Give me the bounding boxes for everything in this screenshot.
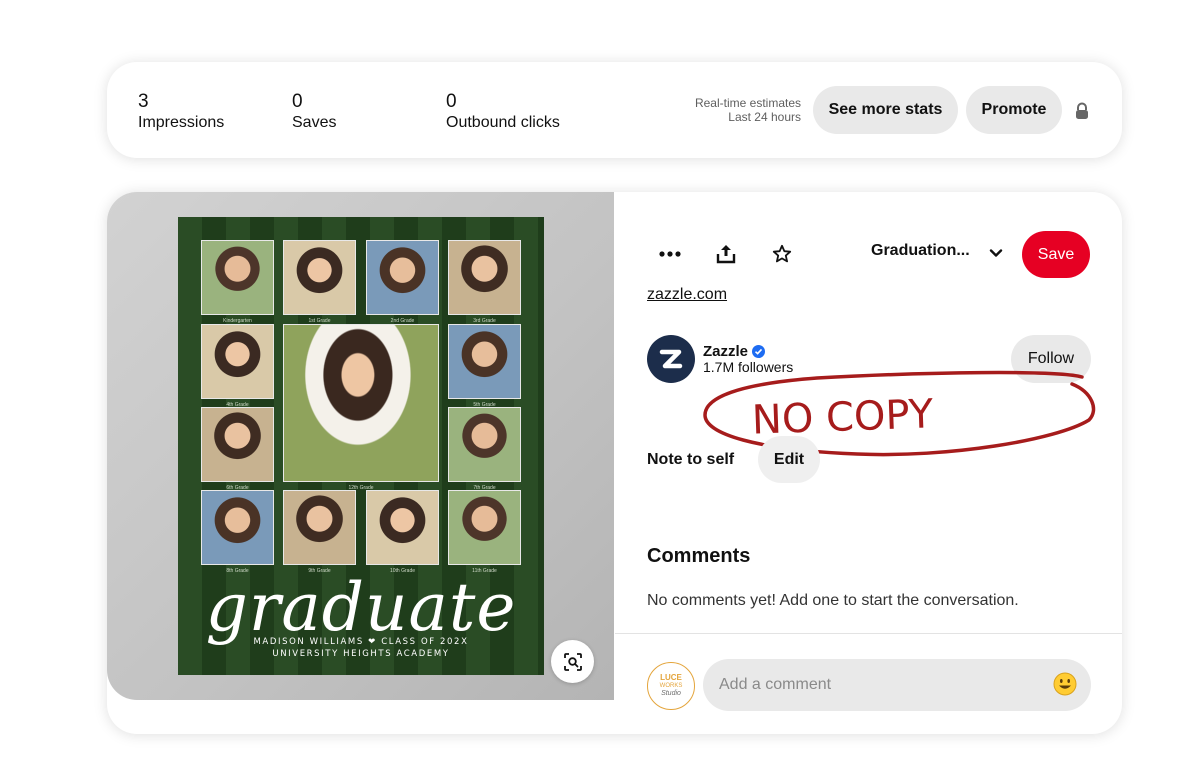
board-select[interactable]: Graduation... [871, 242, 970, 260]
estimates-line2: Last 24 hours [728, 110, 801, 124]
author-name-text: Zazzle [703, 343, 749, 360]
poster-photo: 9th Grade [283, 490, 356, 574]
note-to-self-label: Note to self [647, 451, 735, 468]
author-avatar[interactable] [647, 335, 695, 383]
see-more-stats-button[interactable]: See more stats [813, 86, 958, 134]
stats-card: 3 Impressions 0 Saves 0 Outbound clicks … [107, 62, 1122, 158]
comment-input[interactable] [703, 659, 1091, 711]
poster-photo: 8th Grade [201, 490, 274, 574]
estimates-note: Real-time estimates Last 24 hours [695, 96, 801, 124]
no-comments-message: No comments yet! Add one to start the co… [647, 592, 1019, 609]
poster-photo: 3rd Grade [448, 240, 521, 324]
poster-photo: 1st Grade [283, 240, 356, 324]
poster-photo: 7th Grade [448, 407, 521, 491]
more-icon [659, 251, 681, 257]
poster-name-line: MADISON WILLIAMS ❤ CLASS OF 202X [253, 637, 469, 647]
saves-value: 0 [292, 91, 303, 112]
verified-icon [752, 345, 766, 358]
pin-image[interactable]: Kindergarten 1st Grade 2nd Grade 3rd Gra… [107, 192, 614, 700]
visual-search-button[interactable] [551, 640, 594, 683]
chevron-down-icon[interactable] [987, 244, 1005, 262]
divider [615, 633, 1122, 634]
promote-button[interactable]: Promote [966, 86, 1062, 134]
outbound-clicks-value: 0 [446, 91, 457, 112]
poster-photo: Kindergarten [201, 240, 274, 324]
poster-school-line: UNIVERSITY HEIGHTS ACADEMY [272, 649, 450, 659]
source-link[interactable]: zazzle.com [647, 286, 727, 304]
poster-photo: 6th Grade [201, 407, 274, 491]
zazzle-logo-icon [659, 349, 683, 369]
lock-icon[interactable] [1074, 102, 1090, 120]
share-icon [716, 245, 736, 264]
more-options-button[interactable] [654, 238, 686, 270]
poster-script-title: graduate [205, 569, 517, 646]
impressions-label: Impressions [138, 114, 225, 131]
visual-search-icon [563, 652, 582, 671]
estimates-line1: Real-time estimates [694, 96, 801, 110]
favorite-button[interactable] [766, 238, 798, 270]
graduation-poster: Kindergarten 1st Grade 2nd Grade 3rd Gra… [178, 217, 544, 675]
poster-photo: 2nd Grade [366, 240, 439, 324]
saves-label: Saves [292, 114, 337, 131]
no-copy-watermark: NO COPY [703, 370, 1096, 457]
author-name[interactable]: Zazzle [703, 343, 766, 360]
user-avatar-line3: Studio [661, 690, 681, 697]
comments-heading: Comments [647, 545, 751, 567]
poster-photo: 10th Grade [366, 490, 439, 574]
impressions-value: 3 [138, 91, 149, 112]
outbound-clicks-stat: 0 Outbound clicks [446, 92, 560, 133]
saves-stat: 0 Saves [292, 92, 336, 133]
star-icon [772, 244, 792, 263]
edit-note-button[interactable]: Edit [758, 436, 820, 483]
poster-photo: 11th Grade [448, 490, 521, 574]
emoji-icon[interactable] [1053, 672, 1077, 696]
share-button[interactable] [710, 238, 742, 270]
poster-photo: 5th Grade [448, 324, 521, 408]
pin-card: Kindergarten 1st Grade 2nd Grade 3rd Gra… [107, 192, 1122, 734]
poster-photo-senior: 12th Grade [283, 324, 439, 491]
user-avatar[interactable]: LUCE WORKS Studio [647, 662, 695, 710]
outbound-clicks-label: Outbound clicks [446, 114, 560, 131]
user-avatar-line2: WORKS [659, 683, 683, 689]
impressions-stat: 3 Impressions [138, 92, 224, 133]
poster-photo: 4th Grade [201, 324, 274, 408]
user-avatar-line1: LUCE [660, 673, 682, 682]
save-button[interactable]: Save [1022, 231, 1090, 278]
